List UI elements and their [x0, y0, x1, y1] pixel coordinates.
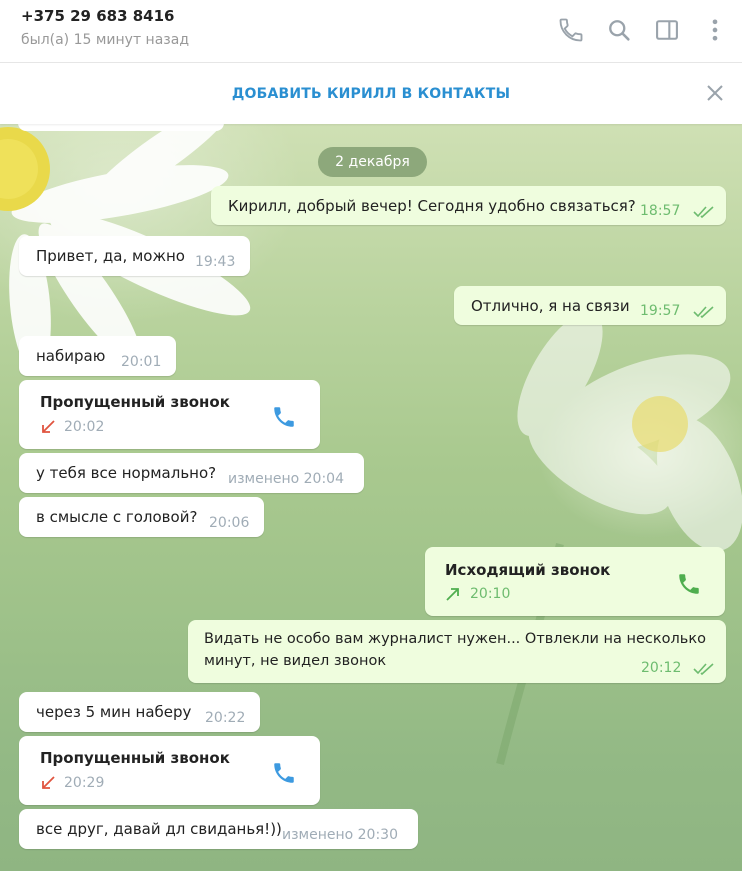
call-back-phone-icon[interactable] [271, 760, 297, 786]
message-time: 19:57 [640, 303, 681, 319]
missed-call-arrow-icon [42, 776, 55, 789]
message-time: изменено 20:04 [228, 471, 344, 487]
message-time: 20:22 [205, 710, 246, 726]
message-text: Привет, да, можно [36, 247, 185, 265]
message-time: 18:57 [640, 203, 681, 219]
date-separator: 2 декабря [318, 147, 427, 177]
message-bubble-outgoing[interactable]: Кирилл, добрый вечер! Сегодня удобно свя… [211, 186, 726, 225]
message-bubble-outgoing[interactable]: Видать не особо вам журналист нужен... О… [188, 620, 726, 683]
call-title: Исходящий звонок [445, 561, 611, 579]
call-title: Пропущенный звонок [40, 749, 230, 767]
call-time: 20:29 [64, 775, 105, 791]
message-bubble-incoming[interactable]: набираю 20:01 [19, 336, 176, 376]
message-time: изменено 20:30 [282, 827, 398, 843]
more-options-icon[interactable] [701, 16, 729, 44]
missed-call-bubble[interactable]: Пропущенный звонок 20:29 [19, 736, 320, 805]
message-bubble-incoming[interactable]: все друг, давай дл свиданья!)) изменено … [19, 809, 418, 849]
phone-icon[interactable] [557, 16, 585, 44]
message-time: 20:06 [209, 515, 250, 531]
sidebar-toggle-icon[interactable] [653, 16, 681, 44]
message-bubble-outgoing[interactable]: Отлично, я на связи 19:57 [454, 286, 726, 325]
last-seen-status: был(а) 15 минут назад [21, 32, 189, 48]
message-text: через 5 мин наберу [36, 703, 192, 721]
chat-header: +375 29 683 8416 был(а) 15 минут назад [0, 0, 742, 63]
outgoing-call-arrow-icon [446, 588, 459, 601]
missed-call-arrow-icon [42, 420, 55, 433]
search-icon[interactable] [605, 16, 633, 44]
message-bubble-incoming[interactable]: через 5 мин наберу 20:22 [19, 692, 260, 732]
outgoing-call-bubble[interactable]: Исходящий звонок 20:10 [425, 547, 725, 616]
call-title: Пропущенный звонок [40, 393, 230, 411]
message-bubble-incoming[interactable]: Привет, да, можно 19:43 [19, 236, 250, 276]
message-text: Кирилл, добрый вечер! Сегодня удобно свя… [228, 197, 636, 215]
add-contact-button[interactable]: ДОБАВИТЬ КИРИЛЛ В КОНТАКТЫ [0, 63, 742, 124]
call-again-phone-icon[interactable] [676, 571, 702, 597]
missed-call-bubble[interactable]: Пропущенный звонок 20:02 [19, 380, 320, 449]
close-icon[interactable] [702, 80, 728, 106]
message-time: 20:12 [641, 660, 682, 676]
read-checkmarks-icon [693, 306, 714, 319]
message-time: 20:01 [121, 354, 162, 370]
add-contact-bar: ДОБАВИТЬ КИРИЛЛ В КОНТАКТЫ [0, 63, 742, 124]
call-time: 20:02 [64, 419, 105, 435]
message-bubble-incoming[interactable]: у тебя все нормально? изменено 20:04 [19, 453, 364, 493]
call-time: 20:10 [470, 586, 511, 602]
call-back-phone-icon[interactable] [271, 404, 297, 430]
message-text: все друг, давай дл свиданья!)) [36, 820, 282, 838]
message-bubble-incoming[interactable]: в смысле с головой? 20:06 [19, 497, 264, 537]
read-checkmarks-icon [693, 206, 714, 219]
message-time: 19:43 [195, 254, 236, 270]
message-text: Отлично, я на связи [471, 297, 630, 315]
message-text: набираю [36, 347, 106, 365]
message-text: в смысле с головой? [36, 508, 198, 526]
chat-area[interactable]: 2 декабря Кирилл, добрый вечер! Сегодня … [0, 124, 742, 871]
message-text: у тебя все нормально? [36, 464, 217, 482]
message-text-line-2: минут, не видел звонок [204, 653, 387, 669]
read-checkmarks-icon [693, 663, 714, 676]
contact-phone-title[interactable]: +375 29 683 8416 [21, 7, 174, 25]
message-text-line-1: Видать не особо вам журналист нужен... О… [204, 631, 706, 647]
